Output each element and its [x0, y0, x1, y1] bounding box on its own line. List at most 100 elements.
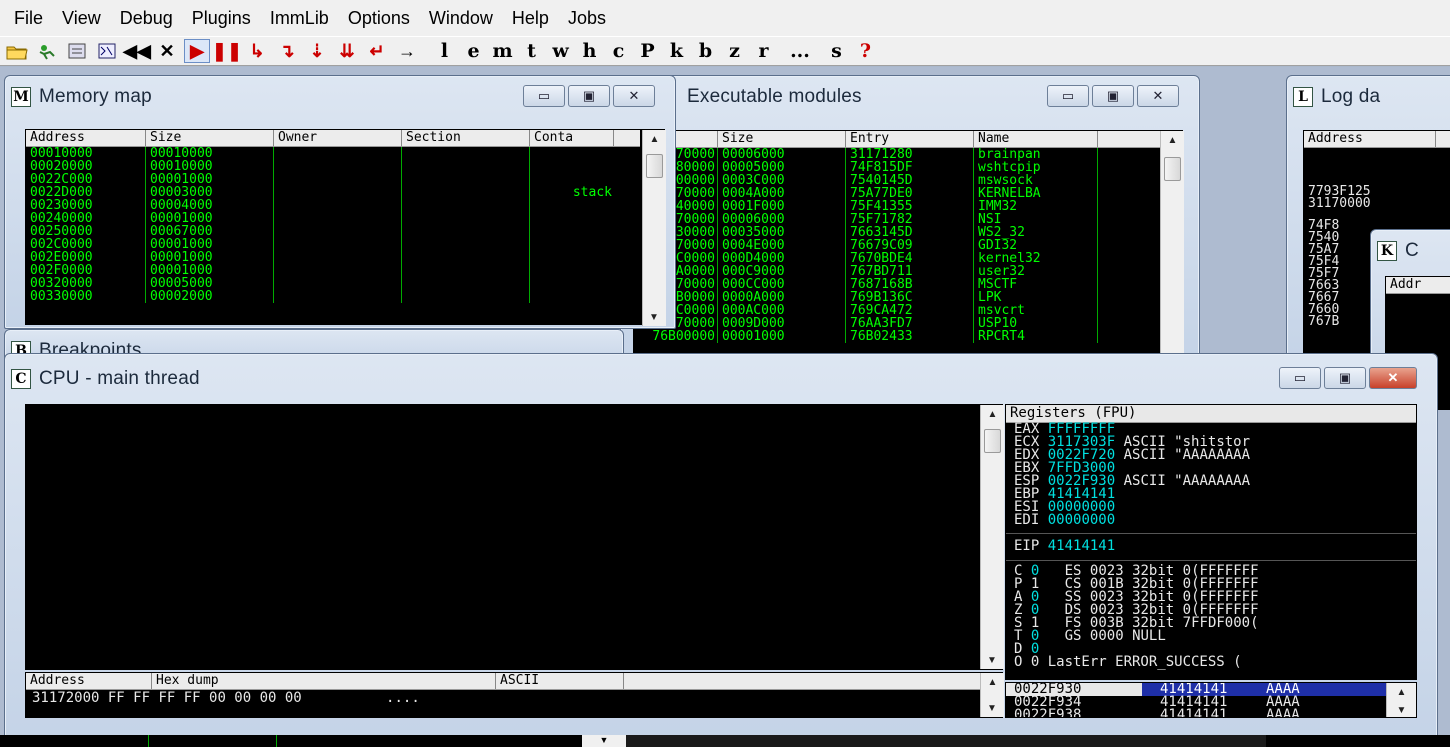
column-header[interactable]: Address: [26, 130, 146, 146]
step-over-icon[interactable]: ↴: [274, 39, 300, 63]
table-row[interactable]: 00320000 00005000: [26, 277, 614, 290]
close-process-icon[interactable]: ✕: [154, 39, 180, 63]
window-shortcut-help-button[interactable]: ?: [851, 40, 880, 62]
table-row[interactable]: 00230000 00004000: [26, 199, 614, 212]
modules-scrollbar[interactable]: ▲: [1160, 131, 1184, 367]
table-row[interactable]: A70000 0004A000 75A77DE0 KERNELBA: [634, 187, 1098, 200]
column-header[interactable]: Size: [146, 130, 274, 146]
run-icon[interactable]: ▶: [184, 39, 210, 63]
register-value[interactable]: 41414141: [1048, 538, 1115, 554]
table-row[interactable]: 76A70000 0009D000 76AA3FD7 USP10: [634, 317, 1098, 330]
table-row[interactable]: 76B00000 00001000 76B02433 RPCRT4: [634, 330, 1098, 343]
window-shortcut-more-button[interactable]: ...: [778, 40, 822, 62]
pause-icon[interactable]: ❚❚: [212, 39, 242, 63]
disassembly-pane[interactable]: ▲ ▼: [25, 404, 1004, 670]
stack-pane[interactable]: 0022F930 41414141 AAAA 0022F934 41414141 AAAA…: [1005, 682, 1417, 718]
table-row[interactable]: 0022D000 00003000 stack: [26, 186, 614, 199]
window-shortcut-s-button[interactable]: s: [822, 40, 851, 62]
window-shortcut-m-button[interactable]: m: [488, 40, 517, 62]
execute-till-return-icon[interactable]: ↵: [364, 39, 390, 63]
table-row[interactable]: 002C0000 00001000: [26, 238, 614, 251]
table-row[interactable]: 9C0000 000AC000 769CA472 msvcrt: [634, 304, 1098, 317]
table-row[interactable]: 630000 00035000 7663145D WS2_32: [634, 226, 1098, 239]
table-row[interactable]: 00250000 00067000: [26, 225, 614, 238]
breakpoints-icon[interactable]: [64, 39, 90, 63]
table-row[interactable]: 9B0000 0000A000 769B136C LPK: [634, 291, 1098, 304]
restart-icon[interactable]: [34, 39, 60, 63]
memory-map-scrollbar[interactable]: ▲ ▼: [642, 130, 666, 326]
table-row[interactable]: 00330000 00002000: [26, 290, 614, 303]
window-shortcut-e-button[interactable]: e: [459, 40, 488, 62]
window-shortcut-c-button[interactable]: c: [604, 40, 633, 62]
close-button[interactable]: ✕: [613, 85, 655, 107]
window-shortcut-k-button[interactable]: k: [662, 40, 691, 62]
table-row[interactable]: 0022C000 00001000: [26, 173, 614, 186]
hex-dump-pane[interactable]: Address Hex dump ASCII 31172000 FF FF FF F…: [25, 672, 1004, 718]
column-header[interactable]: Address: [26, 673, 152, 689]
minimize-button[interactable]: ▭: [1279, 367, 1321, 389]
scroll-down-icon[interactable]: ▼: [582, 735, 626, 747]
table-row[interactable]: F70000 00006000 75F71782 NSI: [634, 213, 1098, 226]
window-shortcut-b-button[interactable]: b: [691, 40, 720, 62]
stack-row[interactable]: 0022F938 41414141 AAAA: [1006, 708, 1386, 717]
window-shortcut-l-button[interactable]: l: [430, 40, 459, 62]
table-cell: 74F815DF: [846, 161, 974, 174]
menu-file[interactable]: File: [8, 8, 56, 29]
column-header[interactable]: Size: [718, 131, 846, 147]
window-shortcut-h-button[interactable]: h: [575, 40, 604, 62]
disassembly-scrollbar[interactable]: ▲ ▼: [980, 405, 1004, 669]
table-row[interactable]: 670000 0004E000 76679C09 GDI32: [634, 239, 1098, 252]
column-header[interactable]: Conta: [530, 130, 614, 146]
table-row[interactable]: 70000 00006000 31171280 brainpan: [634, 148, 1098, 161]
table-row[interactable]: 870000 000CC000 7687168B MSCTF: [634, 278, 1098, 291]
hex-dump-scrollbar[interactable]: ▲ ▼: [980, 673, 1004, 717]
column-header[interactable]: Section: [402, 130, 530, 146]
registers-pane[interactable]: Registers (FPU) EAX FFFFFFFF ECX 3117303…: [1005, 404, 1417, 680]
minimize-button[interactable]: ▭: [1047, 85, 1089, 107]
window-shortcut-P-button[interactable]: P: [633, 40, 662, 62]
table-row[interactable]: 002E0000 00001000: [26, 251, 614, 264]
close-button[interactable]: ✕: [1137, 85, 1179, 107]
column-header[interactable]: Hex dump: [152, 673, 496, 689]
menu-debug[interactable]: Debug: [114, 8, 186, 29]
minimize-button[interactable]: ▭: [523, 85, 565, 107]
menu-jobs[interactable]: Jobs: [562, 8, 619, 29]
column-header[interactable]: Owner: [274, 130, 402, 146]
column-header[interactable]: Name: [974, 131, 1098, 147]
menu-view[interactable]: View: [56, 8, 114, 29]
table-row[interactable]: 6C0000 000D4000 7670BDE4 kernel32: [634, 252, 1098, 265]
table-row[interactable]: F80000 00005000 74F815DF wshtcpip: [634, 161, 1098, 174]
window-shortcut-t-button[interactable]: t: [517, 40, 546, 62]
column-header[interactable]: Entry: [846, 131, 974, 147]
menu-window[interactable]: Window: [423, 8, 506, 29]
table-row[interactable]: 002F0000 00001000: [26, 264, 614, 277]
close-button[interactable]: ✕: [1369, 367, 1417, 389]
table-row[interactable]: F40000 0001F000 75F41355 IMM32: [634, 200, 1098, 213]
trace-over-icon[interactable]: ⇊: [334, 39, 360, 63]
window-shortcut-r-button[interactable]: r: [749, 40, 778, 62]
register-row[interactable]: EDI 00000000: [1014, 513, 1416, 527]
rewind-icon[interactable]: ◀◀: [123, 39, 151, 63]
menu-help[interactable]: Help: [506, 8, 562, 29]
table-row[interactable]: 7A0000 000C9000 767BD711 user32: [634, 265, 1098, 278]
maximize-button[interactable]: ▣: [1092, 85, 1134, 107]
open-folder-icon[interactable]: [4, 39, 30, 63]
menu-plugins[interactable]: Plugins: [186, 8, 264, 29]
window-shortcut-w-button[interactable]: w: [546, 40, 575, 62]
table-row[interactable]: 00240000 00001000: [26, 212, 614, 225]
maximize-button[interactable]: ▣: [568, 85, 610, 107]
step-into-icon[interactable]: ↳: [244, 39, 270, 63]
menu-immlib[interactable]: ImmLib: [264, 8, 342, 29]
table-cell: 00067000: [146, 225, 274, 238]
trace-into-icon[interactable]: ⇣: [304, 39, 330, 63]
goto-icon[interactable]: →: [394, 39, 420, 63]
window-shortcut-z-button[interactable]: z: [720, 40, 749, 62]
menu-options[interactable]: Options: [342, 8, 423, 29]
threads-icon[interactable]: [94, 39, 120, 63]
table-row[interactable]: 400000 0003C000 7540145D mswsock: [634, 174, 1098, 187]
table-row[interactable]: 00010000 00010000: [26, 147, 614, 160]
table-row[interactable]: 00020000 00010000: [26, 160, 614, 173]
maximize-button[interactable]: ▣: [1324, 367, 1366, 389]
column-header[interactable]: ASCII: [496, 673, 624, 689]
stack-scrollbar[interactable]: ▲ ▼: [1386, 683, 1416, 717]
